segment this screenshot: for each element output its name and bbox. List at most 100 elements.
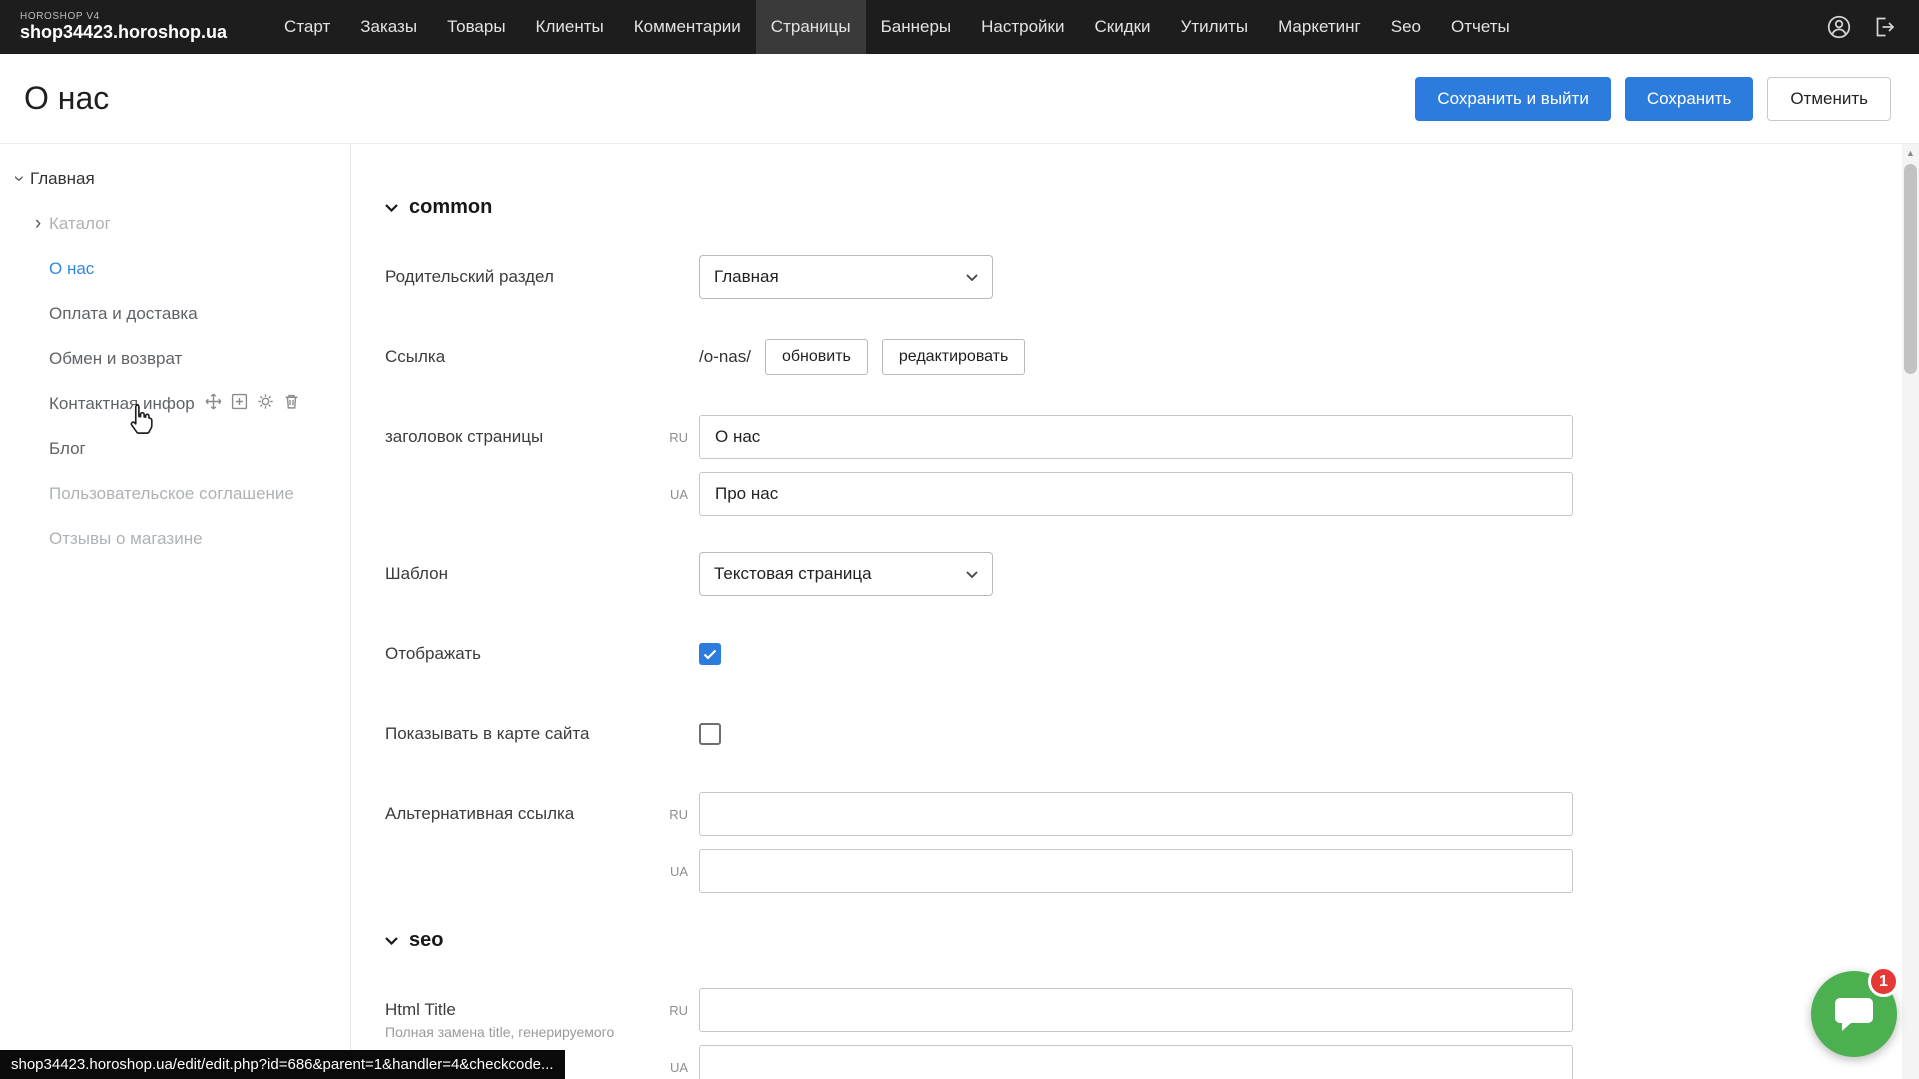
template-value: Текстовая страница [714, 564, 872, 584]
display-checkbox[interactable] [699, 643, 721, 665]
sidebar-item-blog[interactable]: Блог [0, 426, 350, 471]
sidebar-item-catalog[interactable]: › Каталог [0, 201, 350, 246]
lang-tag-ru: RU [655, 1003, 699, 1018]
field-html-title: Html Title Полная замена title, генериру… [385, 988, 1919, 1079]
parent-section-label: Родительский раздел [385, 255, 655, 299]
save-button[interactable]: Сохранить [1625, 77, 1753, 121]
topbar-icons [1827, 15, 1897, 39]
field-sitemap: Показывать в карте сайта [385, 712, 1919, 756]
link-path: /o-nas/ [699, 347, 751, 367]
status-url-tooltip: shop34423.horoshop.ua/edit/edit.php?id=6… [0, 1050, 565, 1079]
sidebar-item-label: Контактная инфор [49, 394, 195, 414]
move-icon[interactable] [205, 393, 222, 415]
brand[interactable]: HOROSHOP V4 shop34423.horoshop.ua [20, 11, 227, 43]
html-title-label-block: Html Title Полная замена title, генериру… [385, 988, 655, 1041]
section-common-label: common [409, 196, 492, 219]
template-label: Шаблон [385, 552, 655, 596]
link-refresh-button[interactable]: обновить [765, 339, 868, 375]
chat-bubble-icon [1833, 994, 1875, 1034]
cursor-hand-icon [126, 402, 156, 440]
html-title-ua-input[interactable] [699, 1045, 1573, 1079]
link-edit-button[interactable]: редактировать [882, 339, 1025, 375]
menu-item-clients[interactable]: Клиенты [521, 0, 619, 54]
sidebar-item-label: О нас [49, 259, 94, 279]
alt-link-label: Альтернативная ссылка [385, 792, 655, 836]
gear-icon[interactable] [257, 393, 274, 415]
vertical-scrollbar[interactable]: ▲ [1902, 144, 1919, 1079]
lang-tag-ua: UA [655, 487, 699, 502]
html-title-ru-input[interactable] [699, 988, 1573, 1032]
menu-item-reports[interactable]: Отчеты [1436, 0, 1525, 54]
sidebar-item-label: Главная [30, 169, 95, 189]
menu-item-comments[interactable]: Комментарии [619, 0, 756, 54]
page-title-ua-input[interactable] [699, 472, 1573, 516]
chat-widget-button[interactable]: 1 [1811, 971, 1897, 1057]
cancel-button[interactable]: Отменить [1767, 77, 1891, 121]
parent-section-value: Главная [714, 267, 779, 287]
lang-tag-ua: UA [655, 864, 699, 879]
brand-version: HOROSHOP V4 [20, 11, 227, 23]
logout-icon[interactable] [1873, 15, 1897, 39]
menu-item-seo[interactable]: Seo [1376, 0, 1436, 54]
link-label: Ссылка [385, 335, 655, 379]
page-title-ru-input[interactable] [699, 415, 1573, 459]
section-seo[interactable]: seo [385, 929, 1919, 952]
brand-domain: shop34423.horoshop.ua [20, 22, 227, 43]
edit-form: common Родительский раздел Главная Ссылк… [351, 144, 1919, 1079]
row-action-icons [205, 393, 300, 415]
sidebar-item-store-reviews[interactable]: Отзывы о магазине [0, 516, 350, 561]
template-select[interactable]: Текстовая страница [699, 552, 993, 596]
sidebar-item-exchange-return[interactable]: Обмен и возврат [0, 336, 350, 381]
menu-item-products[interactable]: Товары [432, 0, 520, 54]
chat-unread-badge: 1 [1868, 966, 1899, 997]
lang-tag-ru: RU [655, 807, 699, 822]
add-page-icon[interactable] [231, 393, 248, 415]
chevron-down-icon: › [10, 168, 29, 190]
section-common[interactable]: common [385, 196, 1919, 219]
menu-item-settings[interactable]: Настройки [966, 0, 1079, 54]
menu-item-marketing[interactable]: Маркетинг [1263, 0, 1376, 54]
sidebar-item-user-agreement[interactable]: Пользовательское соглашение [0, 471, 350, 516]
sitemap-checkbox[interactable] [699, 723, 721, 745]
chevron-right-icon: › [27, 214, 49, 233]
parent-section-select[interactable]: Главная [699, 255, 993, 299]
scrollbar-thumb[interactable] [1904, 164, 1917, 374]
display-label: Отображать [385, 632, 655, 676]
save-and-exit-button[interactable]: Сохранить и выйти [1415, 77, 1610, 121]
html-title-hint: Полная замена title, генерируемого [385, 1024, 685, 1041]
field-parent-section: Родительский раздел Главная [385, 255, 1919, 299]
sidebar-item-label: Обмен и возврат [49, 349, 182, 369]
topbar: HOROSHOP V4 shop34423.horoshop.ua Старт … [0, 0, 1919, 54]
scrollbar-up-arrow[interactable]: ▲ [1902, 144, 1919, 162]
alt-link-ua-input[interactable] [699, 849, 1573, 893]
sidebar-item-payment-delivery[interactable]: Оплата и доставка [0, 291, 350, 336]
sitemap-label: Показывать в карте сайта [385, 712, 655, 756]
field-page-title: заголовок страницы RU UA [385, 415, 1919, 516]
field-display: Отображать [385, 632, 1919, 676]
sidebar-item-contact-info[interactable]: Контактная инфор [0, 381, 350, 426]
sidebar-item-label: Каталог [49, 214, 111, 234]
field-link: Ссылка /o-nas/ обновить редактировать [385, 335, 1919, 379]
sidebar-item-about[interactable]: О нас [0, 246, 350, 291]
field-alt-link: Альтернативная ссылка RU UA [385, 792, 1919, 893]
app-root: HOROSHOP V4 shop34423.horoshop.ua Старт … [0, 0, 1919, 1079]
field-template: Шаблон Текстовая страница [385, 552, 1919, 596]
menu-item-banners[interactable]: Баннеры [866, 0, 967, 54]
section-seo-label: seo [409, 929, 443, 952]
alt-link-ru-input[interactable] [699, 792, 1573, 836]
menu-item-pages[interactable]: Страницы [756, 0, 866, 54]
main-menu: Старт Заказы Товары Клиенты Комментарии … [269, 0, 1827, 54]
menu-item-discounts[interactable]: Скидки [1079, 0, 1165, 54]
trash-icon[interactable] [283, 393, 300, 415]
sidebar-item-home[interactable]: › Главная [0, 156, 350, 201]
menu-item-utilities[interactable]: Утилиты [1166, 0, 1264, 54]
user-account-icon[interactable] [1827, 15, 1851, 39]
page-title-label: заголовок страницы [385, 415, 655, 459]
sidebar-item-label: Оплата и доставка [49, 304, 198, 324]
chevron-down-icon [385, 204, 398, 212]
chevron-down-icon [966, 274, 978, 281]
menu-item-start[interactable]: Старт [269, 0, 345, 54]
body-row: › Главная › Каталог О нас Оплата и доста… [0, 144, 1919, 1079]
menu-item-orders[interactable]: Заказы [345, 0, 432, 54]
lang-tag-ua: UA [655, 1060, 699, 1075]
